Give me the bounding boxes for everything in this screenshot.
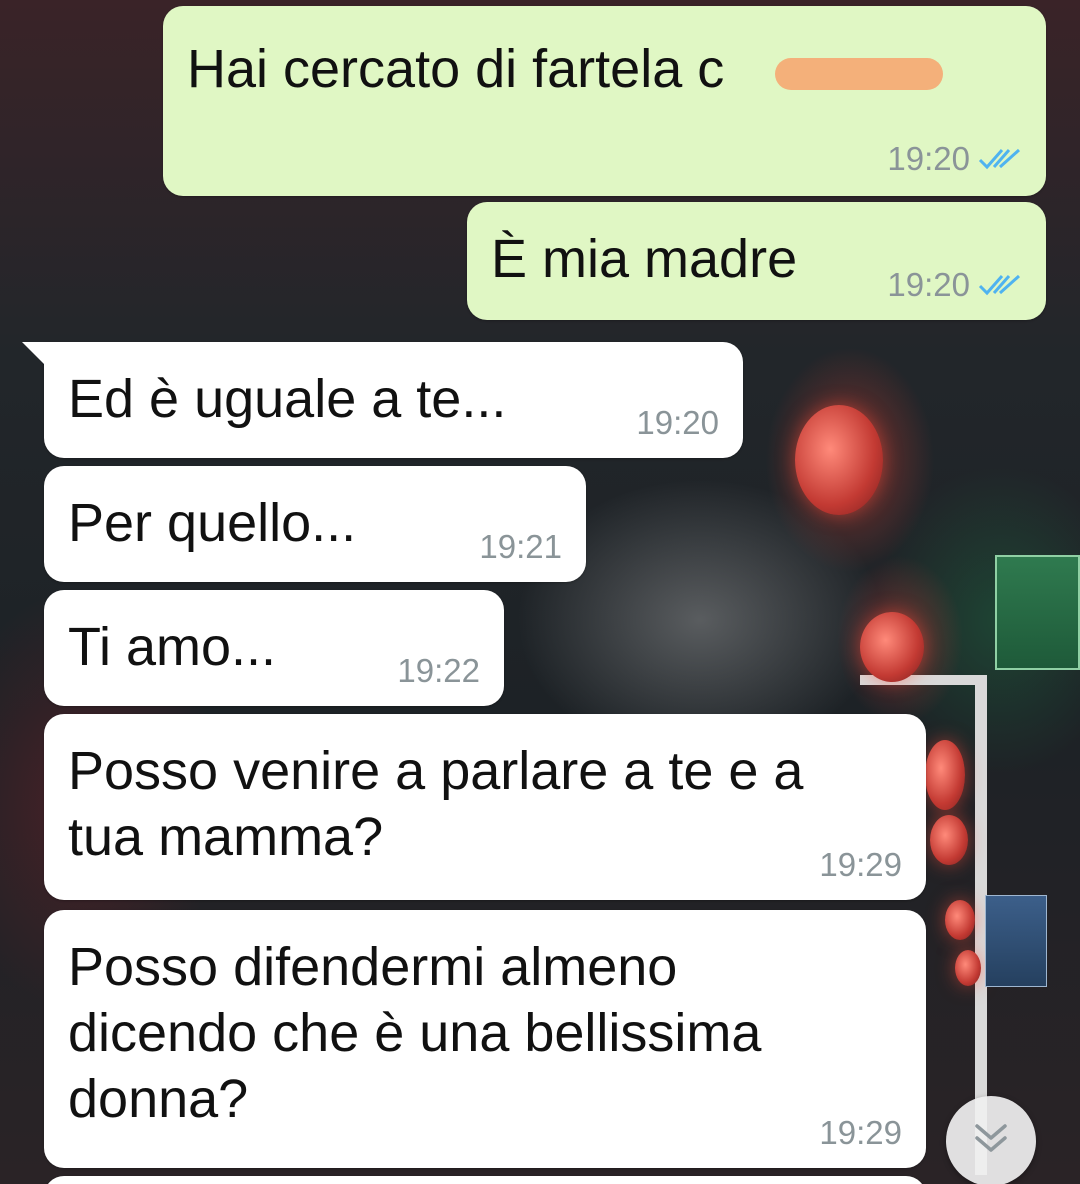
background-blue-sign [985,895,1047,987]
background-green-sign [995,555,1080,670]
message-time: 19:20 [636,404,719,441]
scroll-to-bottom-button[interactable] [946,1096,1036,1184]
message-meta: 19:29 [819,1114,902,1152]
background-lantern [945,900,975,940]
message-bubble-incoming[interactable]: Per quello... 19:21 [44,466,586,582]
message-text: È mia madre [491,229,798,289]
background-lantern [955,950,981,986]
message-meta: 19:20 [887,140,1022,178]
message-meta: 19:21 [479,528,562,566]
message-bubble-incoming[interactable]: Posso difendermi almeno dicendo che è un… [44,910,926,1168]
chat-screen: Hai cercato di fartela c 19:20 È mia mad… [0,0,1080,1184]
message-meta: 19:29 [819,846,902,884]
message-text: Hai cercato di fartela c [187,39,725,99]
message-time: 19:29 [819,1114,902,1151]
double-chevron-down-icon [971,1122,1011,1161]
message-meta: 19:20 [887,266,1022,304]
message-bubble-outgoing[interactable]: Hai cercato di fartela c 19:20 [163,6,1046,196]
message-text: Ed è uguale a te... [68,369,507,429]
message-time: 19:20 [887,140,970,177]
message-text: Per quello... [68,493,357,553]
bubble-tail [22,342,46,366]
message-time: 19:20 [887,266,970,303]
message-meta: 19:22 [397,652,480,690]
message-bubble-incoming[interactable]: Ed è uguale a te... 19:20 [22,342,743,458]
double-check-icon [978,272,1022,298]
message-time: 19:22 [397,652,480,689]
message-bubble-incoming[interactable]: Posso venire a parlare a te e a tua mamm… [44,714,926,900]
double-check-icon [978,146,1022,172]
message-time: 19:21 [479,528,562,565]
background-lantern [795,405,883,515]
message-bubble-incoming[interactable] [44,1176,926,1184]
background-lantern [930,815,968,865]
message-bubble-incoming[interactable]: Ti amo... 19:22 [44,590,504,706]
message-bubble-outgoing[interactable]: È mia madre 19:20 [467,202,1046,320]
background-lantern [925,740,965,810]
message-text: Posso difendermi almeno dicendo che è un… [68,937,762,1129]
background-lantern [860,612,924,682]
redaction-mark [775,58,943,90]
message-meta: 19:20 [636,404,719,442]
message-text: Ti amo... [68,617,277,677]
message-text: Posso venire a parlare a te e a tua mamm… [68,741,804,867]
message-time: 19:29 [819,846,902,883]
